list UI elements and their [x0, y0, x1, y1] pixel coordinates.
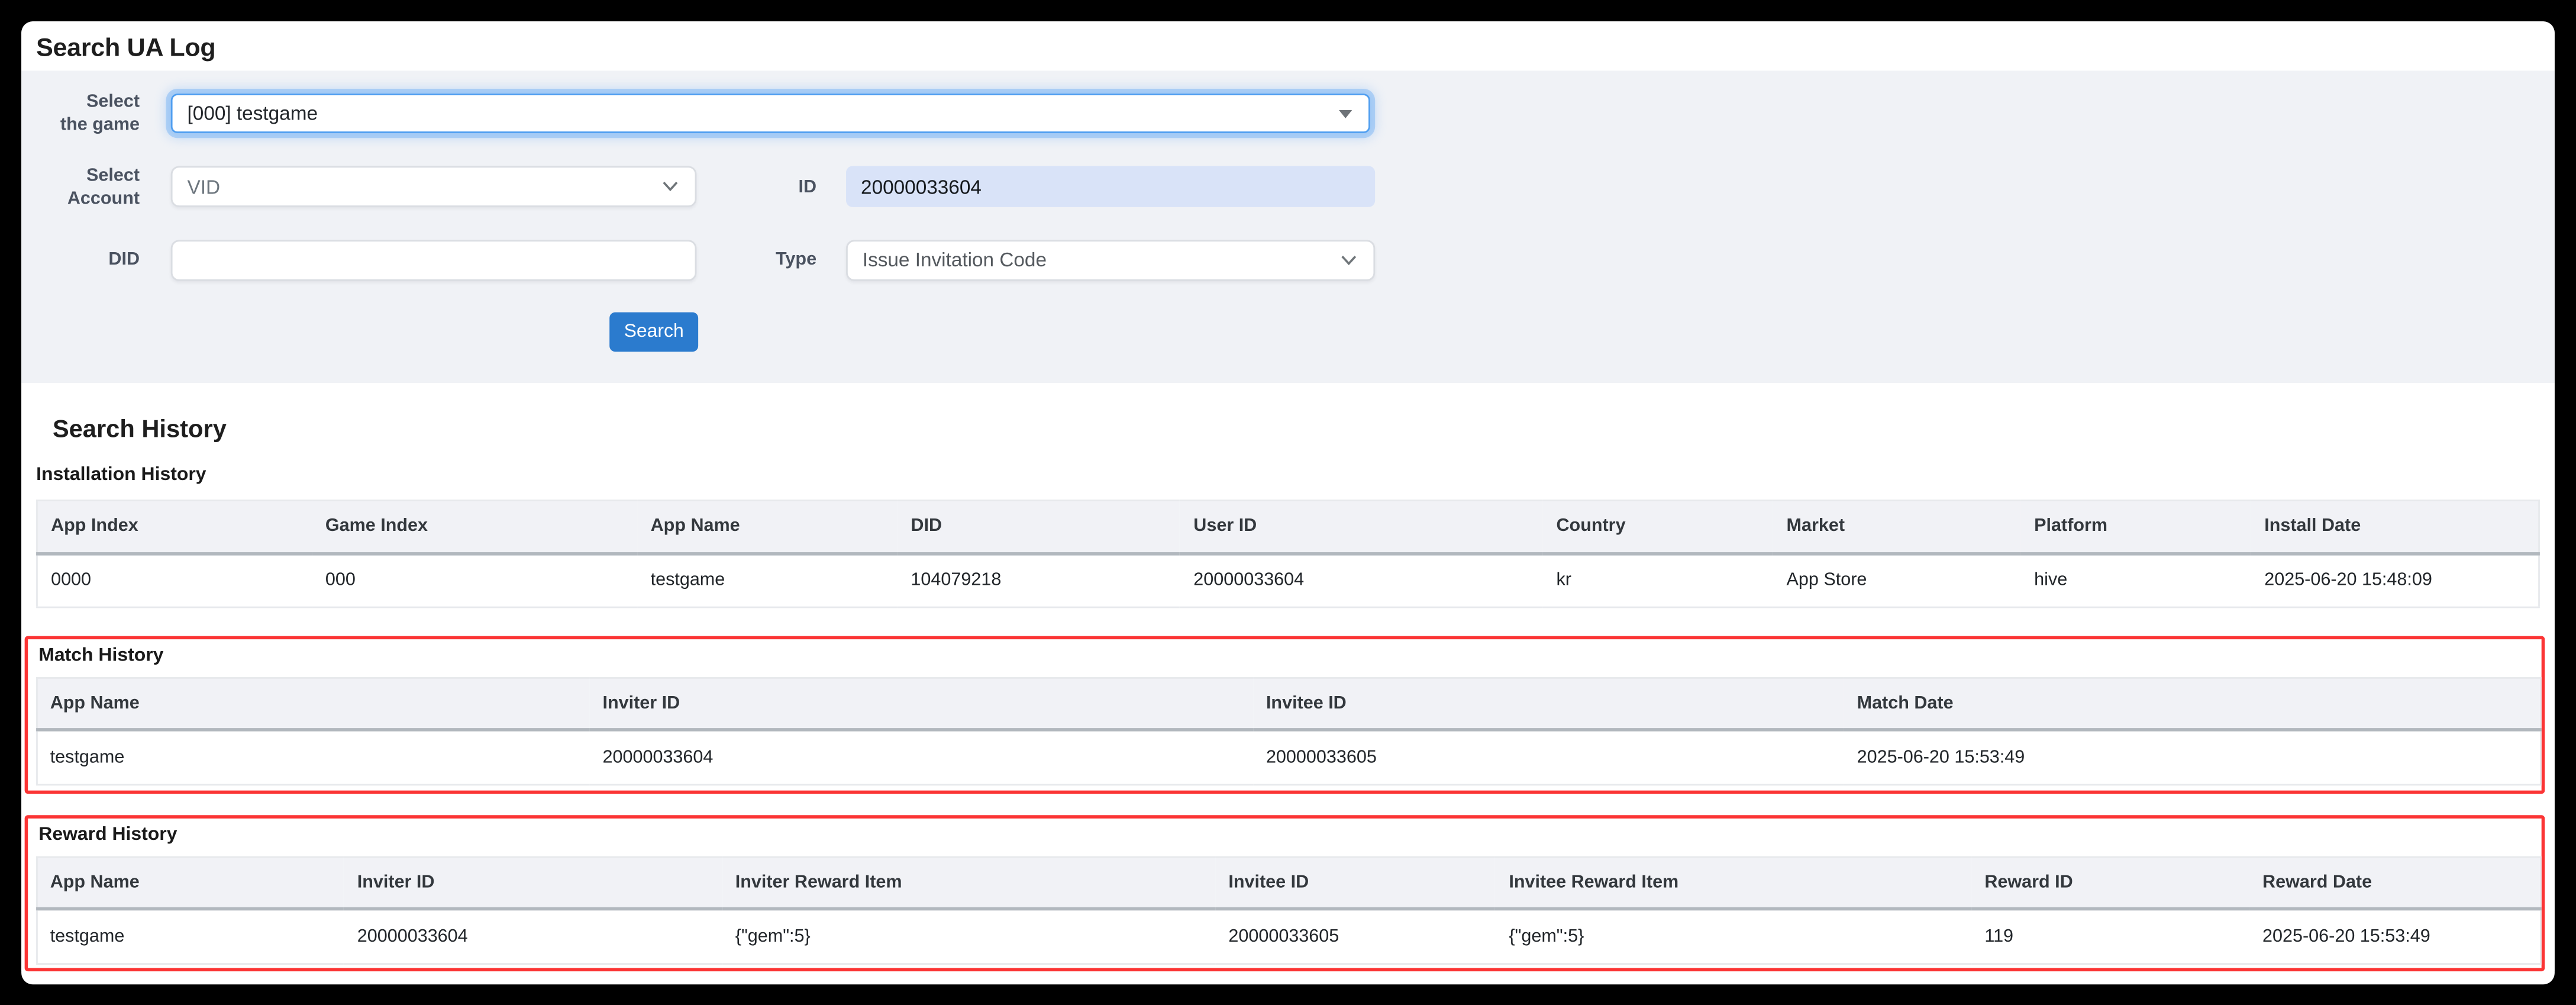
cell-did: 104079218 [898, 553, 1180, 607]
search-form: Select the game [000] testgame Select Ac… [21, 70, 2555, 382]
page-title: Search UA Log [36, 34, 215, 64]
col-platform: Platform [2021, 501, 2251, 553]
reward-header-row: App Name Inviter ID Inviter Reward Item … [36, 856, 2540, 909]
cell-app-name: testgame [36, 909, 344, 964]
cell-inviter-id: 20000033604 [589, 730, 1253, 784]
search-history-title: Search History [53, 417, 2540, 442]
col-inviter-reward-item: Inviter Reward Item [722, 856, 1216, 909]
form-row-did-type: DID Type Issue Invitation Code [21, 239, 2555, 280]
installation-history-title: Installation History [36, 464, 2540, 484]
cell-install-date: 2025-06-20 15:48:09 [2251, 553, 2539, 607]
col-invitee-reward-item: Invitee Reward Item [1496, 856, 1971, 909]
col-game-index: Game Index [312, 501, 638, 553]
col-invitee-id: Invitee ID [1253, 677, 1844, 730]
col-reward-id: Reward ID [1971, 856, 2249, 909]
caret-down-icon [1339, 109, 1352, 118]
col-market: Market [1773, 501, 2021, 553]
installation-history-table: App Index Game Index App Name DID User I… [36, 500, 2540, 608]
match-table-row: testgame 20000033604 20000033605 2025-06… [36, 730, 2540, 784]
game-select-label-line2: the game [21, 114, 140, 137]
cell-reward-date: 2025-06-20 15:53:49 [2249, 909, 2540, 964]
col-inviter-id: Inviter ID [589, 677, 1253, 730]
cell-platform: hive [2021, 553, 2251, 607]
cell-inviter-reward-item: {"gem":5} [722, 909, 1216, 964]
did-label: DID [21, 248, 140, 271]
cell-invitee-id: 20000033605 [1215, 909, 1496, 964]
reward-table-row: testgame 20000033604 {"gem":5} 200000336… [36, 909, 2540, 964]
chevron-down-icon [1341, 254, 1357, 265]
game-select-label: Select the game [21, 91, 140, 137]
match-history-title: Match History [38, 645, 2541, 665]
account-select[interactable]: VID [171, 166, 697, 207]
cell-app-index: 0000 [37, 553, 312, 607]
col-app-index: App Index [37, 501, 312, 553]
reward-history-highlight-box: Reward History App Name Inviter ID Invit… [25, 815, 2544, 970]
account-select-label-line1: Select [21, 163, 140, 186]
account-select-label-line2: Account [21, 186, 140, 210]
chevron-down-icon [662, 181, 679, 192]
game-select-label-line1: Select [21, 91, 140, 114]
col-user-id: User ID [1180, 501, 1543, 553]
col-match-date: Match Date [1844, 677, 2539, 730]
match-history-table: App Name Inviter ID Invitee ID Match Dat… [35, 677, 2541, 785]
did-input[interactable] [171, 239, 697, 280]
game-select-value: [000] testgame [188, 102, 318, 125]
cell-app-name: testgame [36, 730, 589, 784]
col-reward-date: Reward Date [2249, 856, 2540, 909]
card-header: Search UA Log [21, 21, 2555, 70]
col-inviter-id: Inviter ID [344, 856, 722, 909]
form-row-account-id: Select Account VID ID [21, 166, 2555, 207]
cell-game-index: 000 [312, 553, 638, 607]
cell-app-name: testgame [637, 553, 898, 607]
col-install-date: Install Date [2251, 501, 2539, 553]
cell-market: App Store [1773, 553, 2021, 607]
match-history-highlight-box: Match History App Name Inviter ID Invite… [25, 636, 2544, 793]
cell-inviter-id: 20000033604 [344, 909, 722, 964]
type-select[interactable]: Issue Invitation Code [846, 239, 1375, 280]
cell-invitee-reward-item: {"gem":5} [1496, 909, 1971, 964]
installation-header-row: App Index Game Index App Name DID User I… [37, 501, 2539, 553]
reward-history-title: Reward History [38, 824, 2541, 844]
search-ua-log-card: Search UA Log Select the game [000] test… [21, 21, 2555, 984]
cell-country: kr [1543, 553, 1773, 607]
page-background: Search UA Log Select the game [000] test… [0, 0, 2576, 1005]
form-row-game: Select the game [000] testgame [21, 93, 2555, 134]
cell-user-id: 20000033604 [1180, 553, 1543, 607]
type-select-value: Issue Invitation Code [863, 248, 1047, 271]
id-input[interactable] [846, 166, 1375, 207]
id-label: ID [696, 177, 816, 197]
reward-history-table: App Name Inviter ID Inviter Reward Item … [35, 855, 2541, 964]
type-label: Type [696, 250, 816, 269]
col-app-name: App Name [637, 501, 898, 553]
installation-table-row: 0000 000 testgame 104079218 20000033604 … [37, 553, 2539, 607]
col-invitee-id: Invitee ID [1215, 856, 1496, 909]
search-history-section: Search History Installation History App … [21, 382, 2555, 971]
account-select-value: VID [188, 175, 221, 198]
match-header-row: App Name Inviter ID Invitee ID Match Dat… [36, 677, 2540, 730]
cell-reward-id: 119 [1971, 909, 2249, 964]
account-select-label: Select Account [21, 163, 140, 210]
col-country: Country [1543, 501, 1773, 553]
col-did: DID [898, 501, 1180, 553]
col-app-name: App Name [36, 677, 589, 730]
col-app-name: App Name [36, 856, 344, 909]
search-button[interactable]: Search [609, 313, 698, 352]
cell-match-date: 2025-06-20 15:53:49 [1844, 730, 2539, 784]
cell-invitee-id: 20000033605 [1253, 730, 1844, 784]
game-select[interactable]: [000] testgame [171, 94, 1370, 134]
